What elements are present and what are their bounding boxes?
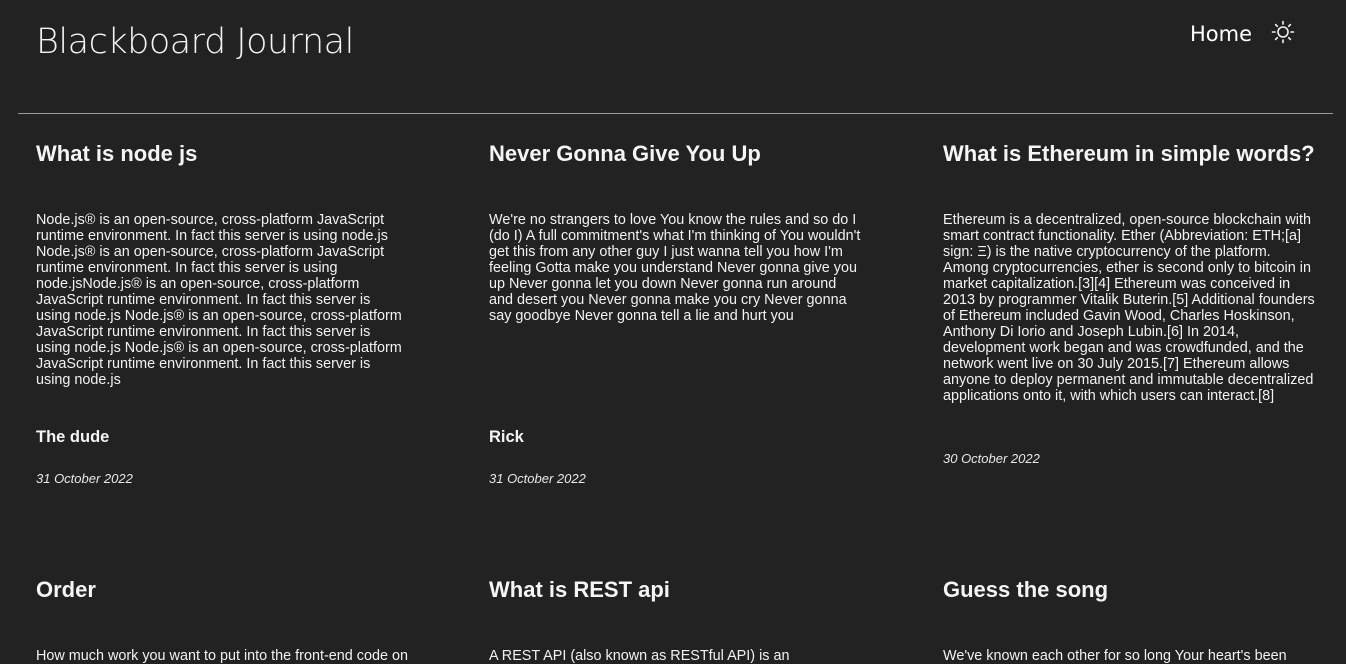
post-title[interactable]: What is REST api — [489, 577, 670, 603]
post-card[interactable]: Guess the song We've known each other fo… — [943, 550, 1315, 664]
post-title[interactable]: Never Gonna Give You Up — [489, 141, 761, 167]
site-header: Blackboard Journal Home — [0, 0, 1346, 114]
post-title[interactable]: Guess the song — [943, 577, 1108, 603]
main-nav: Home — [1190, 18, 1296, 46]
post-card[interactable]: Never Gonna Give You Up We're no strange… — [489, 114, 861, 494]
post-author: The dude — [36, 428, 110, 446]
post-body: How much work you want to put into the f… — [36, 648, 408, 664]
post-body: We've known each other for so long Your … — [943, 648, 1287, 664]
post-card[interactable]: What is REST api A REST API (also known … — [489, 550, 861, 664]
post-card[interactable]: What is node js Node.js® is an open-sour… — [36, 114, 408, 494]
site-brand[interactable]: Blackboard Journal — [36, 22, 354, 62]
post-body: Node.js® is an open-source, cross-platfo… — [36, 212, 402, 388]
post-date: 31 October 2022 — [36, 471, 133, 486]
post-body: We're no strangers to love You know the … — [489, 212, 861, 324]
post-date: 30 October 2022 — [943, 451, 1040, 466]
post-title[interactable]: What is node js — [36, 141, 197, 167]
post-author: Rick — [489, 428, 524, 446]
post-title[interactable]: Order — [36, 577, 96, 603]
theme-toggle-button[interactable] — [1270, 19, 1296, 45]
post-card[interactable]: Order How much work you want to put into… — [36, 550, 408, 664]
post-body: A REST API (also known as RESTful API) i… — [489, 648, 790, 664]
sun-icon — [1271, 20, 1295, 44]
post-body: Ethereum is a decentralized, open-source… — [943, 212, 1315, 404]
nav-home-link[interactable]: Home — [1190, 22, 1252, 46]
post-card[interactable]: What is Ethereum in simple words? Ethere… — [943, 114, 1315, 494]
post-title[interactable]: What is Ethereum in simple words? — [943, 141, 1315, 167]
post-date: 31 October 2022 — [489, 471, 586, 486]
